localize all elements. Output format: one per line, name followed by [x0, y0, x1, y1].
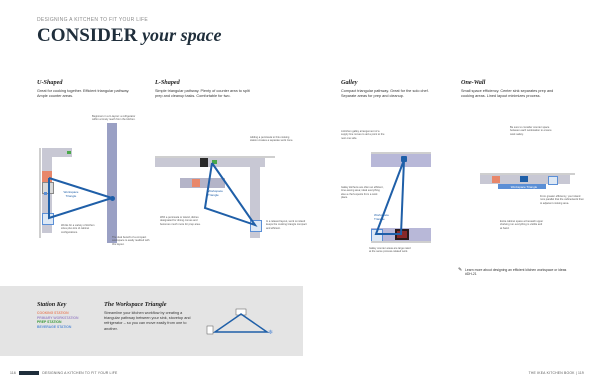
layout-galley-desc: Compact triangular pathway. Great for th…	[341, 89, 429, 98]
learn-more-text[interactable]: Learn more about designing an efficient …	[465, 268, 566, 276]
layout-l-title: L-Shaped	[155, 79, 180, 86]
title-main: CONSIDER	[37, 25, 138, 46]
note-o3: Extra cabinet space at beneath upper she…	[500, 220, 544, 230]
layout-l-desc: Simple triangular pathway. Plenty of cou…	[155, 89, 250, 98]
l-shaped-diagram: Workspace Triangle Adding a peninsula to…	[150, 130, 307, 245]
galley-diagram: Workspace Triangle A kitchen galley arra…	[341, 130, 451, 253]
layout-u-desc: Great for cooking together. Efficient tr…	[37, 89, 130, 98]
sink-marker	[520, 176, 528, 182]
note-o2: From greater efficiency, your island run…	[540, 195, 584, 205]
info-panel: Station Key COOKING STATION PRIMARY WORK…	[0, 286, 303, 356]
note-u1: Beginners in a U-layout: a refrigerator …	[92, 115, 136, 122]
footer-page-left: 116	[10, 371, 17, 375]
note-l2: With a peninsula or island, dishes desig…	[160, 216, 201, 226]
page-title: CONSIDER your space	[37, 25, 222, 47]
learn-more: ✎ Learn more about designing an efficien…	[458, 267, 575, 277]
u-triangle-label: Workspace Triangle	[63, 190, 79, 198]
layout-onewall-title: One-Wall	[461, 79, 486, 86]
note-u3: The dual benefit of a compact workspace …	[112, 236, 150, 246]
triangle-box-title: The Workspace Triangle	[104, 301, 167, 308]
footer-right: THE IKEA KITCHEN BOOK | 119	[528, 371, 584, 375]
logo	[19, 371, 40, 376]
l-triangle	[203, 162, 258, 227]
l-triangle-label: Workspace Triangle	[208, 189, 223, 197]
note-g3: Galley counter areas are large rated at …	[369, 247, 411, 254]
onewall-triangle-label: Workspace Triangle	[510, 184, 538, 189]
key-beverage: BEVERAGE STATION	[37, 325, 72, 330]
one-wall-diagram: Workspace Triangle Be sure to consider c…	[470, 126, 590, 248]
station-key-list: COOKING STATION PRIMARY WORKSTATION PREP…	[37, 311, 79, 330]
layout-onewall-desc: Small space efficiency. Center sink sepa…	[461, 89, 554, 98]
footer-left: 116 DESIGNING A KITCHEN TO FIT YOUR LIFE	[10, 371, 118, 376]
triangle-illustration: ❄	[206, 308, 273, 336]
layout-galley-title: Galley	[341, 79, 358, 86]
note-u2: Works for a variety of kitchen sizes plu…	[61, 224, 95, 234]
eyebrow-label: DESIGNING A KITCHEN TO FIT YOUR LIFE	[37, 17, 149, 23]
note-g2: Galley kitchens are often an efficient, …	[341, 186, 384, 199]
note-o1: Be sure to consider counter space betwee…	[510, 126, 552, 136]
footer-left-text: DESIGNING A KITCHEN TO FIT YOUR LIFE	[42, 371, 118, 375]
title-italic: your space	[142, 25, 222, 45]
svg-text:❄: ❄	[268, 329, 273, 336]
galley-triangle-label: Workspace Triangle	[374, 213, 389, 221]
fridge	[548, 176, 558, 185]
pencil-icon: ✎	[458, 267, 463, 273]
note-l1: Adding a peninsula to this cooking stati…	[250, 136, 294, 143]
note-g1: A kitchen galley arrangement of a supply…	[341, 130, 385, 140]
triangle-box-text: Streamline your kitchen workflow by crea…	[104, 311, 191, 331]
note-l3: In a relaxed layout, work on island keep…	[266, 220, 307, 230]
u-shaped-diagram: Workspace Triangle Beginners in a U-layo…	[37, 115, 149, 248]
cooking-station	[492, 176, 500, 183]
layout-u-title: U-Shaped	[37, 79, 63, 86]
station-key-title: Station Key	[37, 301, 67, 308]
